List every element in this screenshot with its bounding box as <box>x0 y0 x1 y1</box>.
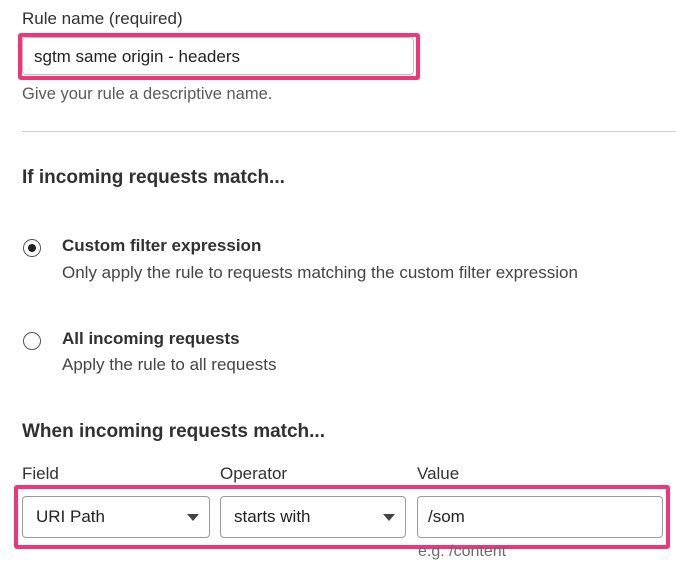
value-label: Value <box>417 464 460 483</box>
rule-name-highlight <box>18 33 420 80</box>
rule-name-help: Give your rule a descriptive name. <box>22 85 273 103</box>
rule-name-label: Rule name (required) <box>22 9 183 28</box>
operator-label: Operator <box>220 464 288 483</box>
all-requests-radio[interactable] <box>23 332 41 350</box>
expression-highlight <box>14 485 670 549</box>
custom-filter-radio[interactable] <box>23 239 41 257</box>
section-divider <box>22 131 676 132</box>
field-label: Field <box>22 464 59 483</box>
radio-selected-dot <box>27 243 36 252</box>
incoming-heading: If incoming requests match... <box>22 167 285 188</box>
all-requests-title[interactable]: All incoming requests <box>62 329 240 349</box>
custom-filter-description: Only apply the rule to requests matching… <box>62 263 578 282</box>
expression-heading: When incoming requests match... <box>22 421 325 442</box>
custom-filter-title[interactable]: Custom filter expression <box>62 236 261 256</box>
all-requests-description: Apply the rule to all requests <box>62 355 277 374</box>
value-hint: e.g. /content <box>418 543 507 560</box>
